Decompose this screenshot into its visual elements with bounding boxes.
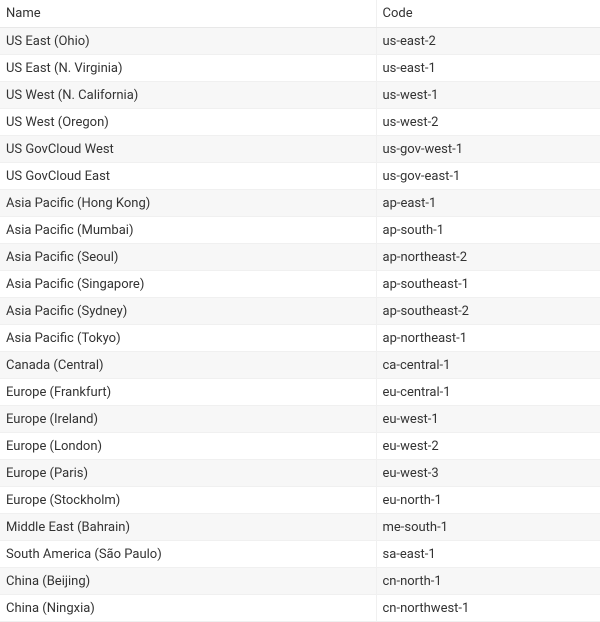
region-code: me-south-1 <box>376 514 600 541</box>
table-row: Asia Pacific (Sydney)ap-southeast-2 <box>0 298 600 325</box>
header-name: Name <box>0 0 376 28</box>
region-code: eu-west-2 <box>376 433 600 460</box>
region-name: South America (São Paulo) <box>0 541 376 568</box>
region-name: Europe (Frankfurt) <box>0 379 376 406</box>
region-name: Asia Pacific (Singapore) <box>0 271 376 298</box>
region-name: Europe (Paris) <box>0 460 376 487</box>
table-row: China (Ningxia)cn-northwest-1 <box>0 595 600 622</box>
region-code: us-west-2 <box>376 109 600 136</box>
region-code: us-gov-east-1 <box>376 163 600 190</box>
region-code: ap-southeast-1 <box>376 271 600 298</box>
region-name: US West (Oregon) <box>0 109 376 136</box>
region-name: US GovCloud East <box>0 163 376 190</box>
table-row: Europe (Ireland)eu-west-1 <box>0 406 600 433</box>
region-name: Asia Pacific (Tokyo) <box>0 325 376 352</box>
region-name: Middle East (Bahrain) <box>0 514 376 541</box>
region-name: Europe (London) <box>0 433 376 460</box>
table-row: Europe (London)eu-west-2 <box>0 433 600 460</box>
table-row: Middle East (Bahrain)me-south-1 <box>0 514 600 541</box>
region-code: cn-north-1 <box>376 568 600 595</box>
table-row: US East (Ohio)us-east-2 <box>0 28 600 55</box>
table-row: US West (N. California)us-west-1 <box>0 82 600 109</box>
table-row: Asia Pacific (Tokyo)ap-northeast-1 <box>0 325 600 352</box>
region-name: Europe (Stockholm) <box>0 487 376 514</box>
region-name: Canada (Central) <box>0 352 376 379</box>
region-name: US GovCloud West <box>0 136 376 163</box>
region-name: Europe (Ireland) <box>0 406 376 433</box>
table-row: Asia Pacific (Seoul)ap-northeast-2 <box>0 244 600 271</box>
region-name: Asia Pacific (Seoul) <box>0 244 376 271</box>
region-name: China (Ningxia) <box>0 595 376 622</box>
region-code: eu-north-1 <box>376 487 600 514</box>
region-code: us-east-2 <box>376 28 600 55</box>
table-row: US GovCloud Westus-gov-west-1 <box>0 136 600 163</box>
regions-table: Name Code US East (Ohio)us-east-2US East… <box>0 0 600 622</box>
region-name: Asia Pacific (Hong Kong) <box>0 190 376 217</box>
region-code: eu-west-1 <box>376 406 600 433</box>
region-code: ap-southeast-2 <box>376 298 600 325</box>
region-name: US East (N. Virginia) <box>0 55 376 82</box>
region-code: sa-east-1 <box>376 541 600 568</box>
region-code: eu-central-1 <box>376 379 600 406</box>
table-body: US East (Ohio)us-east-2US East (N. Virgi… <box>0 28 600 622</box>
table-row: US GovCloud Eastus-gov-east-1 <box>0 163 600 190</box>
table-row: US West (Oregon)us-west-2 <box>0 109 600 136</box>
table-header-row: Name Code <box>0 0 600 28</box>
region-code: ap-northeast-2 <box>376 244 600 271</box>
region-name: Asia Pacific (Mumbai) <box>0 217 376 244</box>
region-name: Asia Pacific (Sydney) <box>0 298 376 325</box>
table-row: Asia Pacific (Hong Kong)ap-east-1 <box>0 190 600 217</box>
table-row: US East (N. Virginia)us-east-1 <box>0 55 600 82</box>
region-code: us-west-1 <box>376 82 600 109</box>
table-row: Asia Pacific (Mumbai)ap-south-1 <box>0 217 600 244</box>
region-code: ap-south-1 <box>376 217 600 244</box>
region-code: ca-central-1 <box>376 352 600 379</box>
region-code: ap-northeast-1 <box>376 325 600 352</box>
region-name: China (Beijing) <box>0 568 376 595</box>
header-code: Code <box>376 0 600 28</box>
region-code: cn-northwest-1 <box>376 595 600 622</box>
table-row: Europe (Stockholm)eu-north-1 <box>0 487 600 514</box>
table-row: China (Beijing)cn-north-1 <box>0 568 600 595</box>
region-code: eu-west-3 <box>376 460 600 487</box>
table-row: South America (São Paulo)sa-east-1 <box>0 541 600 568</box>
table-row: Europe (Frankfurt)eu-central-1 <box>0 379 600 406</box>
table-row: Canada (Central)ca-central-1 <box>0 352 600 379</box>
region-name: US West (N. California) <box>0 82 376 109</box>
region-code: us-east-1 <box>376 55 600 82</box>
table-row: Europe (Paris)eu-west-3 <box>0 460 600 487</box>
region-code: us-gov-west-1 <box>376 136 600 163</box>
table-row: Asia Pacific (Singapore)ap-southeast-1 <box>0 271 600 298</box>
region-name: US East (Ohio) <box>0 28 376 55</box>
region-code: ap-east-1 <box>376 190 600 217</box>
